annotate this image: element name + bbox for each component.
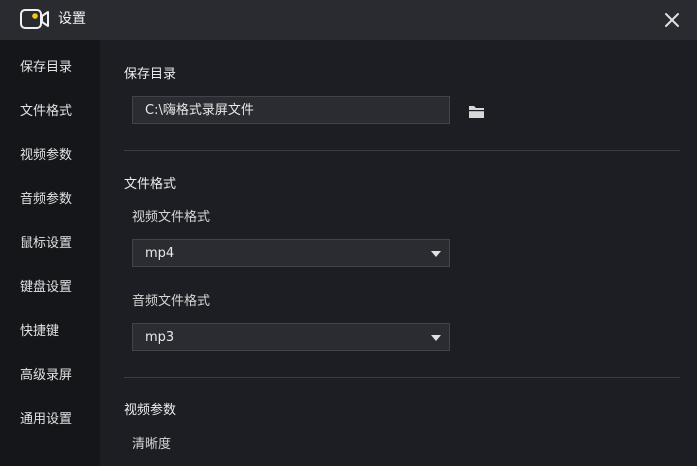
clarity-label: 清晰度 [132,437,172,452]
save-path-input[interactable]: C:\嗨格式录屏文件 [132,96,450,124]
video-format-label: 视频文件格式 [132,210,211,225]
sidebar-item-keyboard-settings[interactable]: 键盘设置 [20,279,72,297]
window-title: 设置 [58,11,86,27]
sidebar-item-audio-params[interactable]: 音频参数 [20,191,72,209]
video-format-select[interactable]: mp4 [132,239,450,267]
chevron-down-icon [431,251,441,257]
save-path-value: C:\嗨格式录屏文件 [145,103,254,118]
close-icon[interactable] [660,8,684,32]
folder-icon[interactable] [468,104,485,119]
sidebar-item-file-format[interactable]: 文件格式 [20,103,72,121]
settings-content: 保存目录 C:\嗨格式录屏文件 文件格式 视频文件格式 mp4 音频文件格式 m… [100,40,697,466]
video-format-value: mp4 [145,246,175,261]
sidebar-item-advanced-recording[interactable]: 高级录屏 [20,367,72,385]
audio-format-label: 音频文件格式 [132,294,211,309]
audio-format-value: mp3 [145,330,175,345]
file-format-heading: 文件格式 [124,177,177,192]
sidebar-item-save-directory[interactable]: 保存目录 [20,59,72,77]
title-bar: 设置 [0,0,697,40]
sidebar-item-mouse-settings[interactable]: 鼠标设置 [20,235,72,253]
section-divider [124,150,680,151]
sidebar-item-hotkeys[interactable]: 快捷键 [20,323,59,341]
video-params-heading: 视频参数 [124,403,177,418]
section-divider [124,377,680,378]
chevron-down-icon [431,335,441,341]
settings-sidebar: 保存目录 文件格式 视频参数 音频参数 鼠标设置 键盘设置 快捷键 高级录屏 通… [0,40,100,466]
video-camera-icon [20,9,49,29]
save-directory-heading: 保存目录 [124,67,177,82]
sidebar-item-general-settings[interactable]: 通用设置 [20,411,72,429]
sidebar-item-video-params[interactable]: 视频参数 [20,147,72,165]
audio-format-select[interactable]: mp3 [132,323,450,351]
